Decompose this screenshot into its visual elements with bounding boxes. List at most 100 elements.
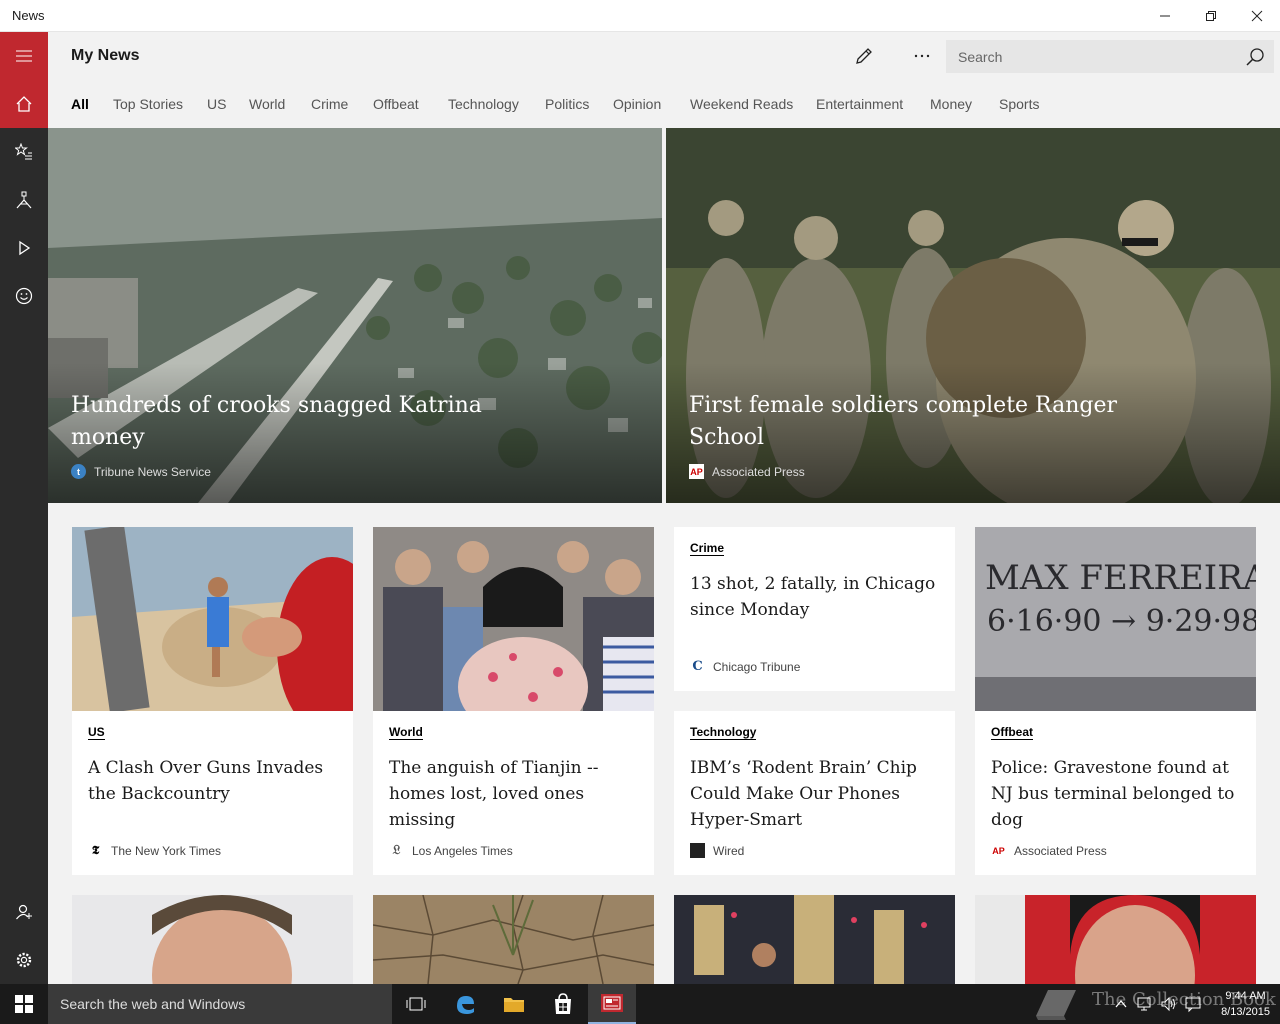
- news-card[interactable]: World The anguish of Tianjin -- homes lo…: [373, 527, 654, 875]
- hamburger-button[interactable]: [0, 32, 48, 80]
- notifications-icon[interactable]: [1184, 995, 1202, 1013]
- news-card[interactable]: [72, 895, 353, 984]
- taskbar-search-input[interactable]: Search the web and Windows: [60, 996, 245, 1012]
- tab-technology[interactable]: Technology: [448, 96, 519, 112]
- file-explorer-button[interactable]: [490, 984, 538, 1024]
- card-category[interactable]: Offbeat: [991, 725, 1033, 740]
- nav-local[interactable]: [0, 176, 48, 224]
- ap-logo-icon: AP: [689, 464, 704, 479]
- news-card[interactable]: Crime 13 shot, 2 fatally, in Chicago sin…: [674, 527, 955, 691]
- search-box[interactable]: Search: [946, 40, 1274, 73]
- tab-politics[interactable]: Politics: [545, 96, 589, 112]
- tab-us[interactable]: US: [207, 96, 226, 112]
- hero-title[interactable]: Hundreds of crooks snagged Katrina money: [71, 390, 511, 454]
- category-tabs: All Top Stories US World Crime Offbeat T…: [48, 80, 1280, 128]
- hero-source-name: Associated Press: [712, 464, 805, 479]
- page-title: My News: [71, 47, 140, 64]
- card-source-name: The New York Times: [111, 843, 222, 858]
- card-category[interactable]: US: [88, 725, 105, 740]
- tab-sports[interactable]: Sports: [999, 96, 1039, 112]
- street-photo: [674, 895, 955, 984]
- tab-offbeat[interactable]: Offbeat: [373, 96, 419, 112]
- nav-interests[interactable]: [0, 128, 48, 176]
- hero-story[interactable]: Hundreds of crooks snagged Katrina money…: [48, 128, 662, 503]
- nav-account[interactable]: [0, 888, 48, 936]
- close-button[interactable]: [1234, 0, 1280, 32]
- card-title[interactable]: 13 shot, 2 fatally, in Chicago since Mon…: [690, 571, 942, 623]
- nav-video[interactable]: [0, 224, 48, 272]
- tab-crime[interactable]: Crime: [311, 96, 348, 112]
- card-source-name: Associated Press: [1014, 843, 1107, 858]
- card-category[interactable]: Crime: [690, 541, 725, 556]
- drought-photo: [372, 894, 655, 984]
- news-card[interactable]: [372, 894, 655, 984]
- nav-settings[interactable]: [0, 936, 48, 984]
- politician-photo: [72, 895, 353, 984]
- news-card[interactable]: US A Clash Over Guns Invades the Backcou…: [72, 527, 353, 875]
- hero-title[interactable]: First female soldiers complete Ranger Sc…: [689, 390, 1129, 454]
- nav-home[interactable]: [0, 80, 48, 128]
- nav-rail: [0, 32, 48, 984]
- card-image: [72, 527, 353, 711]
- news-app-button[interactable]: [588, 984, 636, 1024]
- card-source-name: Chicago Tribune: [713, 659, 801, 674]
- search-icon[interactable]: [1244, 46, 1266, 68]
- task-view-button[interactable]: [392, 984, 440, 1024]
- network-icon[interactable]: [1136, 995, 1154, 1013]
- gravestone-name: MAX FERREIRA: [985, 558, 1256, 598]
- card-source-name: Wired: [713, 843, 745, 858]
- tab-weekend-reads[interactable]: Weekend Reads: [690, 96, 793, 112]
- tab-money[interactable]: Money: [930, 96, 972, 112]
- tab-top-stories[interactable]: Top Stories: [113, 96, 183, 112]
- tab-world[interactable]: World: [249, 96, 285, 112]
- edge-icon: [457, 996, 474, 1014]
- nav-fun[interactable]: [0, 272, 48, 320]
- news-feed: Hundreds of crooks snagged Katrina money…: [48, 128, 1280, 984]
- person-add-icon: [16, 904, 32, 920]
- close-icon: [1251, 10, 1263, 22]
- taskbar-clock[interactable]: 9:44 AM 8/13/2015: [1221, 988, 1270, 1020]
- news-card[interactable]: Technology IBM’s ‘Rodent Brain’ Chip Cou…: [674, 711, 955, 875]
- card-title[interactable]: A Clash Over Guns Invades the Backcountr…: [88, 755, 340, 807]
- card-category[interactable]: Technology: [690, 725, 757, 740]
- portrait-photo: [975, 895, 1256, 984]
- volume-icon[interactable]: [1160, 995, 1178, 1013]
- gravestone-dates: 6·16·90 → 9·29·98: [987, 604, 1256, 639]
- card-title[interactable]: IBM’s ‘Rodent Brain’ Chip Could Make Our…: [690, 755, 942, 833]
- store-icon: [555, 993, 571, 1014]
- news-icon: [601, 994, 623, 1012]
- taskbar: Search the web and Windows The Collectio…: [0, 984, 1280, 1024]
- minimize-icon: [1160, 15, 1170, 17]
- restore-button[interactable]: [1188, 0, 1234, 32]
- hero-story[interactable]: First female soldiers complete Ranger Sc…: [666, 128, 1280, 503]
- start-button[interactable]: [0, 984, 48, 1024]
- tab-entertainment[interactable]: Entertainment: [816, 96, 903, 112]
- card-source: 𝔏 Los Angeles Times: [389, 843, 513, 858]
- minimize-button[interactable]: [1142, 0, 1188, 32]
- lat-logo-icon: 𝔏: [392, 843, 401, 858]
- news-card[interactable]: [674, 895, 955, 984]
- store-button[interactable]: [539, 984, 587, 1024]
- chevron-up-icon[interactable]: [1112, 995, 1130, 1013]
- card-source: Wired: [690, 843, 744, 858]
- news-card[interactable]: [975, 895, 1256, 984]
- card-category[interactable]: World: [389, 725, 423, 740]
- taskbar-search[interactable]: Search the web and Windows: [48, 984, 392, 1024]
- edit-button[interactable]: [852, 44, 876, 68]
- card-image: [373, 527, 654, 711]
- news-card[interactable]: MAX FERREIRA 6·16·90 → 9·29·98 Offbeat P…: [975, 527, 1256, 875]
- tab-all[interactable]: All: [71, 96, 89, 112]
- title-bar: News: [0, 0, 1280, 32]
- windows-logo-icon: [15, 995, 33, 1013]
- search-input[interactable]: Search: [958, 49, 1002, 65]
- card-title[interactable]: Police: Gravestone found at NJ bus termi…: [991, 755, 1243, 833]
- tianjin-photo: [373, 527, 654, 711]
- watermark-book-icon: [1036, 990, 1076, 1020]
- smiley-icon: [15, 287, 33, 305]
- more-button[interactable]: [910, 44, 934, 68]
- hero-source-name: Tribune News Service: [94, 464, 211, 479]
- tribune-logo-icon: t: [71, 464, 86, 479]
- card-title[interactable]: The anguish of Tianjin -- homes lost, lo…: [389, 755, 641, 833]
- tab-opinion[interactable]: Opinion: [613, 96, 661, 112]
- edge-button[interactable]: [441, 984, 489, 1024]
